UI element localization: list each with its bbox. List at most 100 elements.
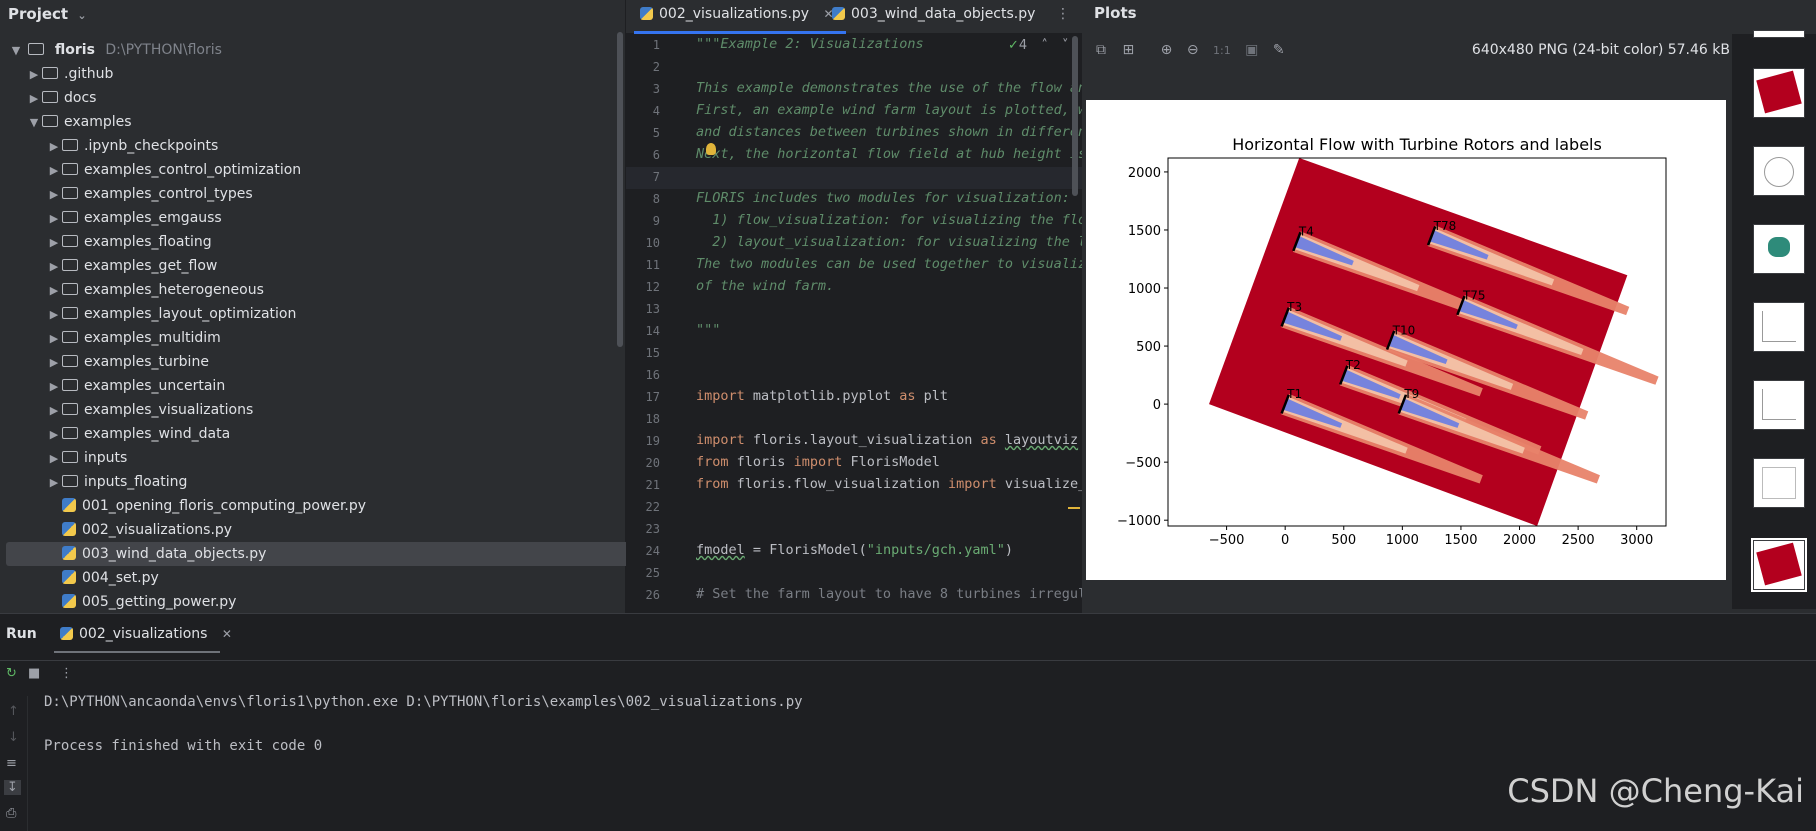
fit-screen-icon[interactable]: ⧉ [1096,42,1106,58]
chevron-down-icon[interactable]: ˅ [1062,38,1069,53]
code-line[interactable]: This example demonstrates the use of the… [696,80,1086,96]
arrow-down-icon[interactable]: ↓ [8,730,19,745]
chevron-right-icon[interactable]: ▶ [46,423,62,447]
tree-item-examples-turbine[interactable]: ▶ examples_turbine [0,350,209,374]
chevron-right-icon[interactable]: ▶ [46,207,62,231]
tree-item-005-getting-power-py[interactable]: 005_getting_power.py [0,590,236,614]
chevron-right-icon[interactable]: ▶ [46,375,62,399]
tree-item-examples-floating[interactable]: ▶ examples_floating [0,230,212,254]
code-line[interactable]: # Set the farm layout to have 8 turbines… [696,586,1086,602]
chevron-right-icon[interactable]: ▶ [46,471,62,495]
chevron-up-icon[interactable]: ˄ [1041,38,1048,53]
tree-item-003-wind-data-objects-py[interactable]: 003_wind_data_objects.py [6,542,654,566]
tree-item-examples-control-optimization[interactable]: ▶ examples_control_optimization [0,158,301,182]
plot-thumbnail[interactable] [1753,146,1805,196]
tree-root[interactable]: ▼ floris D:\PYTHON\floris [8,38,222,62]
code-line[interactable]: from floris import FlorisModel [696,454,940,470]
tree-item-004-set-py[interactable]: 004_set.py [0,566,159,590]
lightbulb-icon[interactable] [706,143,716,155]
more-tabs-icon[interactable]: ⋮ [1056,0,1070,34]
tab-002-visualizations[interactable]: 002_visualizations.py ✕ [634,0,846,34]
chevron-right-icon[interactable]: ▶ [46,303,62,327]
grid-icon[interactable]: ⊞ [1122,42,1134,58]
code-line[interactable]: The two modules can be used together to … [696,256,1086,272]
y-tick-label: −1000 [1117,514,1161,529]
chevron-right-icon[interactable]: ▶ [46,135,62,159]
stop-icon[interactable]: ■ [28,666,40,681]
tab-003-wind-data-objects[interactable]: 003_wind_data_objects.py [832,0,1035,34]
tree-item-examples-uncertain[interactable]: ▶ examples_uncertain [0,374,225,398]
actual-size-button[interactable]: 1:1 [1213,44,1231,57]
code-line[interactable]: First, an example wind farm layout is pl… [696,102,1086,118]
plot-thumbnail[interactable] [1753,68,1805,118]
close-icon[interactable]: ✕ [222,627,232,641]
plot-thumbnail[interactable] [1753,380,1805,430]
plot-thumbnail-selected[interactable] [1751,538,1807,592]
code-line[interactable]: 1) flow_visualization: for visualizing t… [696,212,1086,228]
soft-wrap-icon[interactable]: ≡ [6,756,17,771]
tree-item-docs[interactable]: ▶ docs [0,86,97,111]
tree-item-examples-visualizations[interactable]: ▶ examples_visualizations [0,398,254,423]
tree-item-label: examples_floating [84,234,212,250]
code-line[interactable]: """ [696,322,720,338]
image-background-icon[interactable]: ▣ [1245,42,1258,58]
chevron-right-icon[interactable]: ▶ [26,63,42,87]
zoom-in-icon[interactable]: ⊕ [1161,42,1173,58]
scroll-to-end-icon[interactable]: ↧ [4,780,21,795]
tree-item-examples-control-types[interactable]: ▶ examples_control_types [0,182,253,206]
zoom-out-icon[interactable]: ⊖ [1187,42,1199,58]
chevron-down-icon[interactable]: ⌄ [77,9,86,22]
code-line[interactable]: from floris.flow_visualization import vi… [696,476,1086,492]
plot-image[interactable]: T1 T2 T3 T4 T9 T10 T75 T78 −500 0 500 1000 1500 2000 2… [1086,100,1726,580]
tree-item-inputs-floating[interactable]: ▶ inputs_floating [0,470,188,495]
tree-item-examples-multidim[interactable]: ▶ examples_multidim [0,326,221,350]
tree-item-examples-wind-data[interactable]: ▶ examples_wind_data [0,422,230,446]
project-scrollbar[interactable] [617,32,623,347]
tree-item--github[interactable]: ▶ .github [0,62,114,87]
arrow-up-icon[interactable]: ↑ [8,704,19,719]
chevron-right-icon[interactable]: ▶ [46,255,62,279]
turbine-label: T75 [1462,288,1486,302]
tree-item-001-opening-floris-computing-power-py[interactable]: 001_opening_floris_computing_power.py [0,494,366,518]
tree-item-examples-get-flow[interactable]: ▶ examples_get_flow [0,254,218,279]
chevron-down-icon[interactable]: ▼ [8,39,24,63]
tree-item-examples-emgauss[interactable]: ▶ examples_emgauss [0,206,222,230]
plot-thumbnail[interactable] [1753,224,1805,274]
rerun-icon[interactable]: ↻ [6,666,17,681]
chevron-right-icon[interactable]: ▶ [46,447,62,471]
code-line[interactable]: import floris.layout_visualization as la… [696,432,1078,448]
plot-thumbnail[interactable] [1753,458,1805,508]
inspection-widget[interactable]: ✓4 ˄ ˅ [1008,38,1068,53]
tree-item-examples[interactable]: ▼ examples [0,110,132,134]
code-line[interactable]: of the wind farm. [696,278,834,294]
code-line[interactable]: import matplotlib.pyplot as plt [696,388,948,404]
chevron-down-icon[interactable]: ▼ [26,111,42,135]
plot-thumbnail[interactable] [1753,302,1805,352]
code-line[interactable]: and distances between turbines shown in … [696,124,1086,140]
code-line[interactable]: 2) layout_visualization: for visualizing… [696,234,1086,250]
chevron-right-icon[interactable]: ▶ [46,327,62,351]
print-icon[interactable]: ⎙ [6,806,16,821]
tree-item-examples-layout-optimization[interactable]: ▶ examples_layout_optimization [0,302,297,327]
code-line[interactable]: """Example 2: Visualizations [696,36,924,52]
chevron-right-icon[interactable]: ▶ [46,231,62,255]
chevron-right-icon[interactable]: ▶ [46,183,62,207]
more-options-icon[interactable]: ⋮ [60,666,73,681]
tree-item-inputs[interactable]: ▶ inputs [0,446,128,471]
code-line[interactable]: Next, the horizontal flow field at hub h… [696,146,1086,162]
chevron-right-icon[interactable]: ▶ [46,159,62,183]
tree-item-002-visualizations-py[interactable]: 002_visualizations.py [0,518,232,542]
chevron-right-icon[interactable]: ▶ [46,399,62,423]
code-line[interactable]: fmodel = FlorisModel("inputs/gch.yaml") [696,542,1013,558]
tree-item-examples-heterogeneous[interactable]: ▶ examples_heterogeneous [0,278,264,302]
code-line[interactable]: FLORIS includes two modules for visualiz… [696,190,1070,206]
chevron-right-icon[interactable]: ▶ [46,279,62,303]
color-picker-icon[interactable]: ✎ [1273,42,1285,58]
project-panel-header[interactable]: Project ⌄ [0,0,625,28]
run-tab[interactable]: 002_visualizations ✕ [60,626,232,642]
plot-thumbnail[interactable] [1753,30,1805,38]
chevron-right-icon[interactable]: ▶ [26,87,42,111]
editor-scrollbar[interactable] [1072,36,1078,196]
tree-item--ipynb-checkpoints[interactable]: ▶ .ipynb_checkpoints [0,134,219,159]
chevron-right-icon[interactable]: ▶ [46,351,62,375]
